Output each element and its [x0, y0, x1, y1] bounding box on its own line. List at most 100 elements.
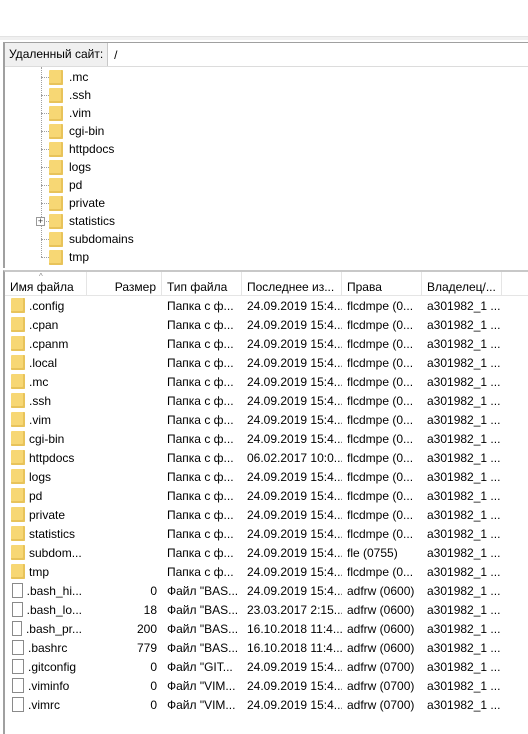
- tree-node-label: subdomains: [69, 232, 134, 246]
- folder-icon: [11, 298, 25, 313]
- folder-icon: [11, 526, 25, 541]
- file-type: Папка с ф...: [167, 545, 234, 560]
- file-name: .vimrc: [28, 697, 60, 712]
- folder-icon: [11, 336, 25, 351]
- tree-line: [41, 131, 49, 132]
- file-name: .ssh: [29, 393, 52, 408]
- folder-icon: [49, 195, 63, 211]
- file-row[interactable]: .vimrc 0 Файл "VIM... 24.09.2019 15:4... adf…: [5, 695, 528, 714]
- folder-icon: [11, 431, 25, 446]
- file-name-cell: statistics: [5, 526, 87, 541]
- tree-node-label: statistics: [69, 214, 116, 228]
- tree-line: [41, 203, 49, 204]
- file-name-cell: .ssh: [5, 393, 87, 408]
- expand-icon[interactable]: +: [36, 217, 45, 226]
- tree-node[interactable]: subdomains: [49, 230, 134, 248]
- file-name-cell: logs: [5, 469, 87, 484]
- file-row[interactable]: .bash_hi... 0 Файл "BAS... 24.09.2019 15:4.…: [5, 581, 528, 600]
- file-modified: 24.09.2019 15:4...: [247, 431, 342, 446]
- file-rights: flcdmpe (0...: [347, 564, 414, 579]
- remote-tree-panel: Удаленный сайт: .mc .ssh .vim cgi-bin httpdo…: [3, 42, 528, 268]
- tree-line: [41, 257, 49, 258]
- file-rights: flcdmpe (0...: [347, 317, 414, 332]
- remote-file-list[interactable]: ^ Имя файла Размер Тип файла Последнее из…: [3, 270, 528, 734]
- file-type: Папка с ф...: [167, 564, 234, 579]
- file-row[interactable]: statistics Папка с ф... 24.09.2019 15:4...…: [5, 524, 528, 543]
- column-rights[interactable]: Права: [342, 272, 422, 295]
- file-rights: flcdmpe (0...: [347, 488, 414, 503]
- file-row[interactable]: .vim Папка с ф... 24.09.2019 15:4... flcdmp…: [5, 410, 528, 429]
- file-row[interactable]: .viminfo 0 Файл "VIM... 24.09.2019 15:4... a…: [5, 676, 528, 695]
- column-owner[interactable]: Владелец/...: [422, 272, 502, 295]
- tree-line: [41, 167, 49, 168]
- file-modified: 24.09.2019 15:4...: [247, 488, 342, 503]
- file-owner: a301982_1 ...: [427, 640, 501, 655]
- tree-node[interactable]: pd: [49, 176, 82, 194]
- column-type[interactable]: Тип файла: [162, 272, 242, 295]
- file-name: pd: [29, 488, 43, 503]
- column-name[interactable]: ^ Имя файла: [5, 272, 87, 295]
- file-name-cell: .bash_pr...: [5, 621, 87, 636]
- column-modified[interactable]: Последнее из...: [242, 272, 342, 295]
- file-icon: [12, 602, 23, 617]
- file-name-cell: tmp: [5, 564, 87, 579]
- file-icon: [12, 697, 24, 712]
- tree-node[interactable]: .vim: [49, 104, 91, 122]
- file-rights: flcdmpe (0...: [347, 355, 414, 370]
- file-name-cell: .mc: [5, 374, 87, 389]
- file-type: Папка с ф...: [167, 355, 234, 370]
- tree-node[interactable]: .ssh: [49, 86, 91, 104]
- file-name: .bash_hi...: [26, 583, 82, 598]
- folder-icon: [11, 507, 25, 522]
- folder-icon: [11, 374, 25, 389]
- file-row[interactable]: .mc Папка с ф... 24.09.2019 15:4... flcdmpe…: [5, 372, 528, 391]
- file-owner: a301982_1 ...: [427, 412, 501, 427]
- folder-icon: [11, 450, 25, 465]
- tree-node[interactable]: private: [49, 194, 105, 212]
- column-size[interactable]: Размер: [87, 272, 162, 295]
- file-row[interactable]: .bashrc 779 Файл "BAS... 16.10.2018 11:4...…: [5, 638, 528, 657]
- file-rights: flcdmpe (0...: [347, 374, 414, 389]
- file-name: .bashrc: [28, 640, 68, 655]
- file-rights: fle (0755): [347, 545, 398, 560]
- remote-path-input[interactable]: [108, 43, 528, 66]
- file-rights: adfrw (0700): [347, 659, 415, 674]
- file-row[interactable]: .cpan Папка с ф... 24.09.2019 15:4... flcdm…: [5, 315, 528, 334]
- file-row[interactable]: .config Папка с ф... 24.09.2019 15:4... flc…: [5, 296, 528, 315]
- file-modified: 24.09.2019 15:4...: [247, 507, 342, 522]
- file-name-cell: .bashrc: [5, 640, 87, 655]
- file-modified: 24.09.2019 15:4...: [247, 374, 342, 389]
- tree-node[interactable]: cgi-bin: [49, 122, 104, 140]
- file-row[interactable]: .bash_lo... 18 Файл "BAS... 23.03.2017 2:15…: [5, 600, 528, 619]
- tree-line: [41, 95, 49, 96]
- file-row[interactable]: logs Папка с ф... 24.09.2019 15:4... flcdmp…: [5, 467, 528, 486]
- file-row[interactable]: .bash_pr... 200 Файл "BAS... 16.10.2018 11:…: [5, 619, 528, 638]
- file-owner: a301982_1 ...: [427, 374, 501, 389]
- file-name: .bash_lo...: [26, 602, 82, 617]
- file-row[interactable]: pd Папка с ф... 24.09.2019 15:4... flcdmpe …: [5, 486, 528, 505]
- file-name-cell: private: [5, 507, 87, 522]
- file-row[interactable]: .local Папка с ф... 24.09.2019 15:4... flcd…: [5, 353, 528, 372]
- tree-line: [41, 239, 49, 240]
- tree-node-label: cgi-bin: [69, 124, 105, 138]
- file-type: Папка с ф...: [167, 450, 234, 465]
- file-name: .cpanm: [29, 336, 69, 351]
- file-row[interactable]: tmp Папка с ф... 24.09.2019 15:4... flcdmpe…: [5, 562, 528, 581]
- file-rights: flcdmpe (0...: [347, 450, 414, 465]
- tree-node[interactable]: httpdocs: [49, 140, 114, 158]
- tree-line: [41, 77, 49, 78]
- tree-node[interactable]: .mc: [49, 68, 88, 86]
- file-row[interactable]: .ssh Папка с ф... 24.09.2019 15:4... flcdmp…: [5, 391, 528, 410]
- file-row[interactable]: cgi-bin Папка с ф... 24.09.2019 15:4... flc…: [5, 429, 528, 448]
- file-row[interactable]: httpdocs Папка с ф... 06.02.2017 10:0... fl…: [5, 448, 528, 467]
- tree-node[interactable]: logs: [49, 158, 91, 176]
- file-row[interactable]: .gitconfig 0 Файл "GIT... 24.09.2019 15:4..…: [5, 657, 528, 676]
- file-name: .vim: [29, 412, 51, 427]
- folder-icon: [11, 488, 25, 503]
- file-owner: a301982_1 ...: [427, 393, 501, 408]
- file-row[interactable]: .cpanm Папка с ф... 24.09.2019 15:4... flcd…: [5, 334, 528, 353]
- tree-node[interactable]: statistics: [49, 212, 115, 230]
- tree-node[interactable]: tmp: [49, 248, 89, 266]
- file-row[interactable]: private Папка с ф... 24.09.2019 15:4... flc…: [5, 505, 528, 524]
- file-row[interactable]: subdom... Папка с ф... 24.09.2019 15:4... f…: [5, 543, 528, 562]
